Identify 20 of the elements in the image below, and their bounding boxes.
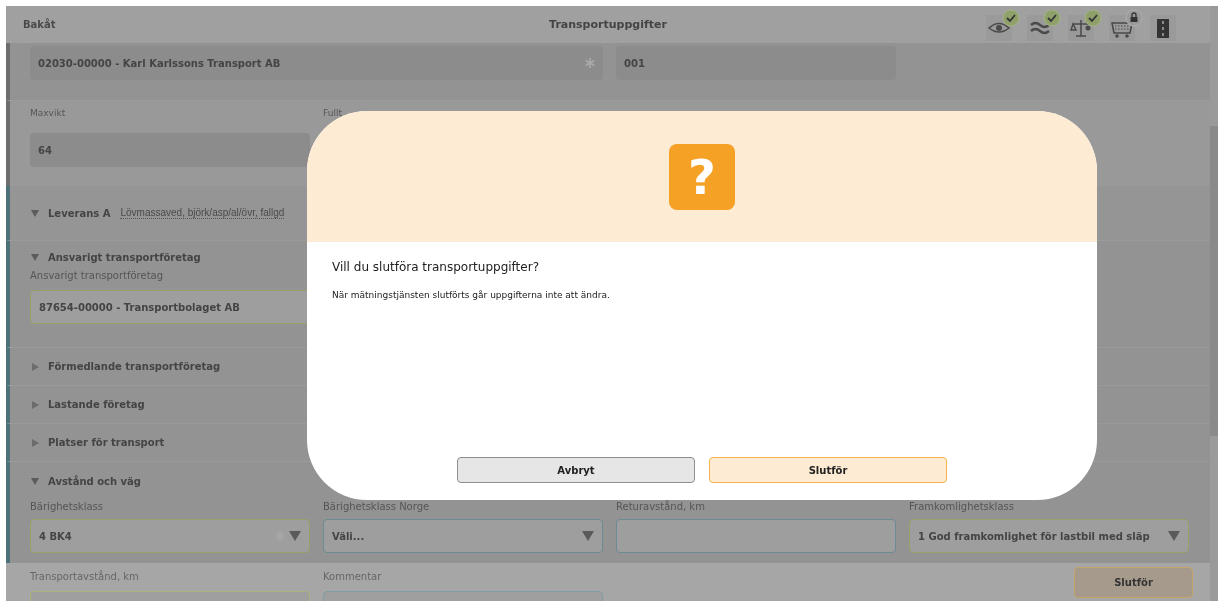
field-label: Fullt [323, 107, 343, 119]
field-label: Ansvarigt transportföretag [30, 270, 165, 282]
page-title: Transportuppgifter [549, 18, 667, 31]
field-label: Transportavstånd, km [30, 571, 140, 583]
delivery-summary: Lövmassaved, björk/asp/al/övr, fallgd [120, 207, 285, 219]
field-label: Bärighetsklass [30, 501, 104, 513]
dialog-title: Vill du slutföra transportuppgifter? [332, 260, 540, 274]
field-value: 1 God framkomlighet för lastbil med släp [918, 530, 1151, 542]
question-icon: ? [669, 143, 735, 210]
field-value: 64 [38, 144, 53, 156]
field-value: 87654-00000 - Transportbolaget AB [39, 301, 241, 313]
field-label: Framkomlighetsklass [909, 501, 1015, 513]
field-value: 001 [624, 57, 646, 69]
field-value: 4 BK4 [39, 530, 73, 542]
field-label: Bärighetsklass Norge [323, 501, 431, 513]
field-label: Maxvikt [30, 107, 67, 119]
field-label: Kommentar [323, 571, 383, 583]
field-value: 02030-00000 - Karl Karlssons Transport AB [38, 57, 282, 69]
dialog-message: När mätningstjänsten slutförts går uppgifterna inte att ändra. [332, 290, 611, 300]
field-value: Väli... [332, 530, 366, 542]
